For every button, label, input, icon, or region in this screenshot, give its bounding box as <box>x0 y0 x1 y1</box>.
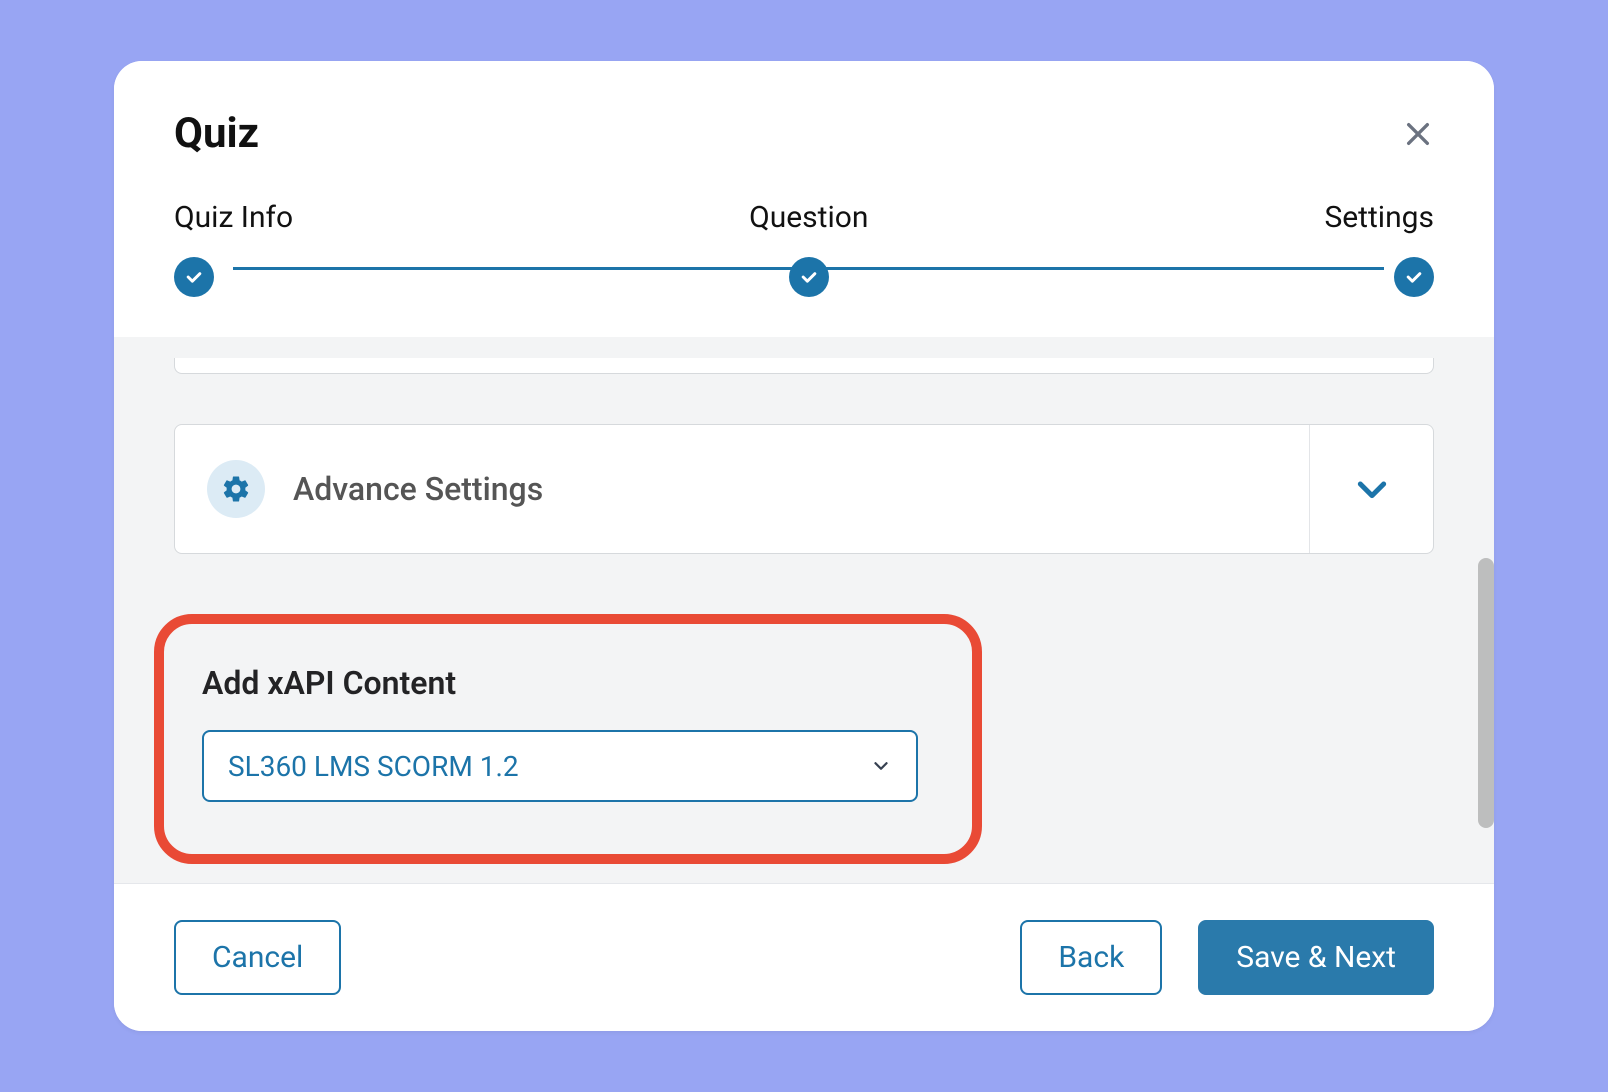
step-label: Quiz Info <box>174 200 293 235</box>
check-icon <box>174 257 214 297</box>
stepper: Quiz Info Question Settings <box>174 200 1434 297</box>
step-label: Question <box>749 200 868 235</box>
quiz-modal: Quiz Quiz Info Question Settings <box>114 61 1494 1031</box>
save-next-button[interactable]: Save & Next <box>1198 920 1434 995</box>
back-button[interactable]: Back <box>1020 920 1162 995</box>
step-label: Settings <box>1324 200 1434 235</box>
check-icon <box>789 257 829 297</box>
xapi-title: Add xAPI Content <box>202 664 934 702</box>
modal-title-row: Quiz <box>174 109 1434 158</box>
accordion-header: Advance Settings <box>175 425 1309 553</box>
modal-footer: Cancel Back Save & Next <box>114 883 1494 1031</box>
step-quiz-info[interactable]: Quiz Info <box>174 200 293 297</box>
cancel-button[interactable]: Cancel <box>174 920 341 995</box>
gear-icon <box>207 460 265 518</box>
modal-header: Quiz Quiz Info Question Settings <box>114 61 1494 337</box>
xapi-select[interactable]: SL360 LMS SCORM 1.2 <box>202 730 918 802</box>
check-icon <box>1394 257 1434 297</box>
advance-settings-accordion[interactable]: Advance Settings <box>174 424 1434 554</box>
close-icon[interactable] <box>1402 118 1434 150</box>
xapi-highlight: Add xAPI Content SL360 LMS SCORM 1.2 <box>154 614 982 864</box>
modal-title: Quiz <box>174 109 259 158</box>
footer-right: Back Save & Next <box>1020 920 1434 995</box>
chevron-down-icon <box>870 755 892 777</box>
step-question[interactable]: Question <box>749 200 868 297</box>
accordion-toggle[interactable] <box>1309 425 1433 553</box>
chevron-down-icon <box>1352 469 1392 509</box>
xapi-select-value: SL360 LMS SCORM 1.2 <box>228 750 519 783</box>
step-settings[interactable]: Settings <box>1324 200 1434 297</box>
modal-body: Advance Settings Add xAPI Content SL360 … <box>114 337 1494 883</box>
scrollbar[interactable] <box>1478 558 1494 828</box>
accordion-title: Advance Settings <box>293 470 543 508</box>
previous-accordion-edge <box>174 358 1434 374</box>
